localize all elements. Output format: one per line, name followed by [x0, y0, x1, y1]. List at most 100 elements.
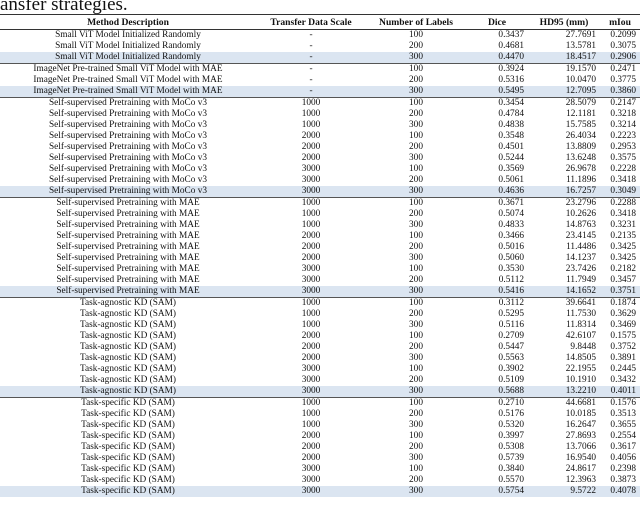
cell-hd95: 42.6107 [565, 331, 596, 341]
results-table: Method Description Transfer Data Scale N… [0, 14, 640, 497]
cell-hd95: 13.8809 [565, 142, 596, 152]
cell-method: Task-specific KD (SAM) [81, 420, 175, 430]
cell-transfer-scale: 3000 [301, 375, 321, 385]
cell-transfer-scale: 1000 [256, 397, 366, 409]
cell-hd95: 28.5079 [528, 97, 600, 109]
cell-dice: 0.5570 [498, 475, 524, 485]
table-row: Task-agnostic KD (SAM) 1000 100 0.3112 39.66… [0, 297, 640, 309]
cell-num-labels: 300 [366, 486, 466, 497]
cell-hd95: 22.1955 [565, 364, 596, 374]
cell-transfer-scale: 1000 [301, 209, 321, 219]
cell-num-labels: 200 [409, 41, 423, 51]
cell-method: Self-supervised Pretraining with MAE [56, 275, 200, 285]
cell-num-labels: 300 [366, 186, 466, 198]
cell-hd95: 18.4517 [528, 52, 600, 64]
cell-miou: 0.2398 [610, 464, 636, 474]
cell-hd95: 12.1181 [566, 109, 596, 119]
cell-num-labels: 100 [409, 30, 423, 40]
cell-miou: 0.3425 [610, 253, 636, 263]
cell-method: Self-supervised Pretraining with MAE [56, 264, 200, 274]
cell-dice: 0.3548 [498, 131, 524, 141]
table-row: ImageNet Pre-trained Small ViT Model wit… [0, 63, 640, 75]
cell-dice: 0.4636 [466, 186, 528, 198]
cell-transfer-scale: 1000 [301, 409, 321, 419]
cell-transfer-scale: 3000 [301, 275, 321, 285]
cell-miou: 0.3418 [610, 175, 636, 185]
cell-miou: 0.3629 [610, 309, 636, 319]
cell-transfer-scale: 2000 [301, 331, 321, 341]
cell-num-labels: 100 [366, 63, 466, 75]
cell-miou: 0.3655 [610, 420, 636, 430]
cell-dice: 0.3902 [498, 364, 524, 374]
cell-dice: 0.3569 [498, 164, 524, 174]
cell-num-labels: 300 [366, 386, 466, 398]
cell-transfer-scale: 2000 [301, 131, 321, 141]
cell-dice: 0.3840 [498, 464, 524, 474]
table-row: Small ViT Model Initialized Randomly -300… [0, 52, 640, 64]
cell-method: Task-agnostic KD (SAM) [80, 309, 176, 319]
cell-dice: 0.4833 [498, 220, 524, 230]
cell-miou: 0.2288 [600, 197, 640, 209]
cell-method: Self-supervised Pretraining with MoCo v3 [0, 97, 256, 109]
cell-method: Self-supervised Pretraining with MoCo v3 [48, 153, 208, 163]
cell-method: Self-supervised Pretraining with MoCo v3 [48, 142, 208, 152]
cell-transfer-scale: 3000 [301, 364, 321, 374]
table-row: Self-supervised Pretraining with MAE 3000… [0, 286, 640, 298]
cell-method: Task-specific KD (SAM) [81, 442, 175, 452]
cell-transfer-scale: - [309, 41, 313, 51]
cell-method: Self-supervised Pretraining with MAE [56, 231, 200, 241]
table-body: Small ViT Model Initialized Randomly - 100… [0, 30, 640, 497]
table-row: Task-specific KD (SAM) 3000 100 0.3840 24.86… [0, 464, 640, 475]
table-row: Self-supervised Pretraining with MAE 1000… [0, 209, 640, 220]
table-row: Self-supervised Pretraining with MAE 2000… [0, 253, 640, 264]
cell-hd95: 44.6681 [528, 397, 600, 409]
cell-dice: 0.3454 [466, 97, 528, 109]
table-row: Self-supervised Pretraining with MoCo v3… [0, 97, 640, 109]
cell-dice: 0.5495 [466, 86, 528, 98]
cell-dice: 0.5060 [498, 253, 524, 263]
cell-hd95: 14.1652 [528, 286, 600, 298]
table-row: Self-supervised Pretraining with MAE 3000… [0, 275, 640, 286]
header-hd95: HD95 (mm) [528, 14, 600, 30]
cell-num-labels: 100 [409, 264, 423, 274]
cell-num-labels: 200 [409, 409, 423, 419]
cell-miou: 0.3418 [610, 209, 636, 219]
cell-transfer-scale: 1000 [301, 120, 321, 130]
header-num-labels: Number of Labels [366, 14, 466, 30]
cell-num-labels: 300 [366, 86, 466, 98]
cell-num-labels: 200 [409, 442, 423, 452]
table-row: Task-specific KD (SAM) 3000 300 0.5754 9.572… [0, 486, 640, 497]
cell-dice: 0.5308 [498, 442, 524, 452]
table-row: Task-agnostic KD (SAM) 2000 100 0.2709 42.61… [0, 331, 640, 342]
cell-dice: 0.5109 [498, 375, 524, 385]
header-dice: Dice [466, 14, 528, 30]
cell-num-labels: 300 [409, 120, 423, 130]
table-row: Task-agnostic KD (SAM) 2000 300 0.5563 14.85… [0, 353, 640, 364]
cell-method: Task-agnostic KD (SAM) [80, 320, 176, 330]
cell-method: Self-supervised Pretraining with MoCo v3 [48, 131, 208, 141]
cell-dice: 0.5447 [498, 342, 524, 352]
cell-num-labels: 200 [409, 342, 423, 352]
cell-dice: 0.5563 [498, 353, 524, 363]
cell-dice: 0.3997 [498, 431, 524, 441]
cell-hd95: 16.9540 [565, 453, 596, 463]
table-row: Small ViT Model Initialized Randomly - 200… [0, 41, 640, 52]
cell-method: Self-supervised Pretraining with MAE [0, 197, 256, 209]
cell-dice: 0.2709 [498, 331, 524, 341]
cell-method: Small ViT Model Initialized Randomly [0, 52, 256, 64]
cell-method: Self-supervised Pretraining with MAE [56, 220, 200, 230]
cell-method: ImageNet Pre-trained Small ViT Model wit… [0, 63, 256, 75]
table-row: Task-specific KD (SAM) 1000 200 0.5176 10.01… [0, 409, 640, 420]
cell-hd95: 15.7585 [565, 120, 596, 130]
cell-miou: 0.3891 [610, 353, 636, 363]
cell-miou: 0.3425 [610, 242, 636, 252]
cell-miou: 0.3432 [610, 375, 636, 385]
header-row: Method Description Transfer Data Scale N… [0, 14, 640, 30]
table-row: Task-specific KD (SAM) 3000 200 0.5570 12.39… [0, 475, 640, 486]
cell-num-labels: 300 [409, 253, 423, 263]
cell-dice: 0.5688 [466, 386, 528, 398]
cell-method: Task-specific KD (SAM) [81, 475, 175, 485]
cell-method: Task-agnostic KD (SAM) [80, 364, 176, 374]
header-transfer-scale: Transfer Data Scale [256, 14, 366, 30]
cell-method: Self-supervised Pretraining with MAE [0, 286, 256, 298]
